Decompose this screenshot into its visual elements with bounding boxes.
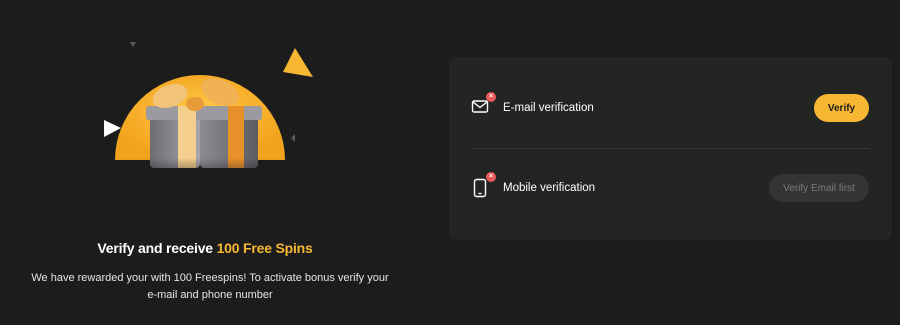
phone-icon: × [471,172,496,198]
verification-page: Verify and receive 100 Free Spins We hav… [0,0,900,325]
mobile-verification-label: Mobile verification [503,182,596,194]
mobile-verification-row: × Mobile verification Verify Email first [449,158,892,218]
email-verification-label: E-mail verification [503,102,594,114]
gift-box-illustration [90,30,320,190]
promo-description: We have rewarded your with 100 Freespins… [31,272,389,301]
verification-card: × E-mail verification Verify × Mobile ve… [449,57,892,240]
row-divider [471,148,870,149]
email-verification-row: × E-mail verification Verify [449,78,892,138]
verify-email-button[interactable]: Verify [814,94,869,122]
promo-title-prefix: Verify and receive [97,240,217,256]
promo-title: Verify and receive 100 Free Spins [0,240,410,256]
email-status-error-icon: × [486,92,496,102]
verify-email-first-button[interactable]: Verify Email first [769,174,869,202]
bonus-promo: Verify and receive 100 Free Spins We hav… [0,0,420,325]
promo-title-highlight: 100 Free Spins [216,240,313,256]
mobile-status-error-icon: × [486,172,496,182]
envelope-icon: × [471,92,496,118]
